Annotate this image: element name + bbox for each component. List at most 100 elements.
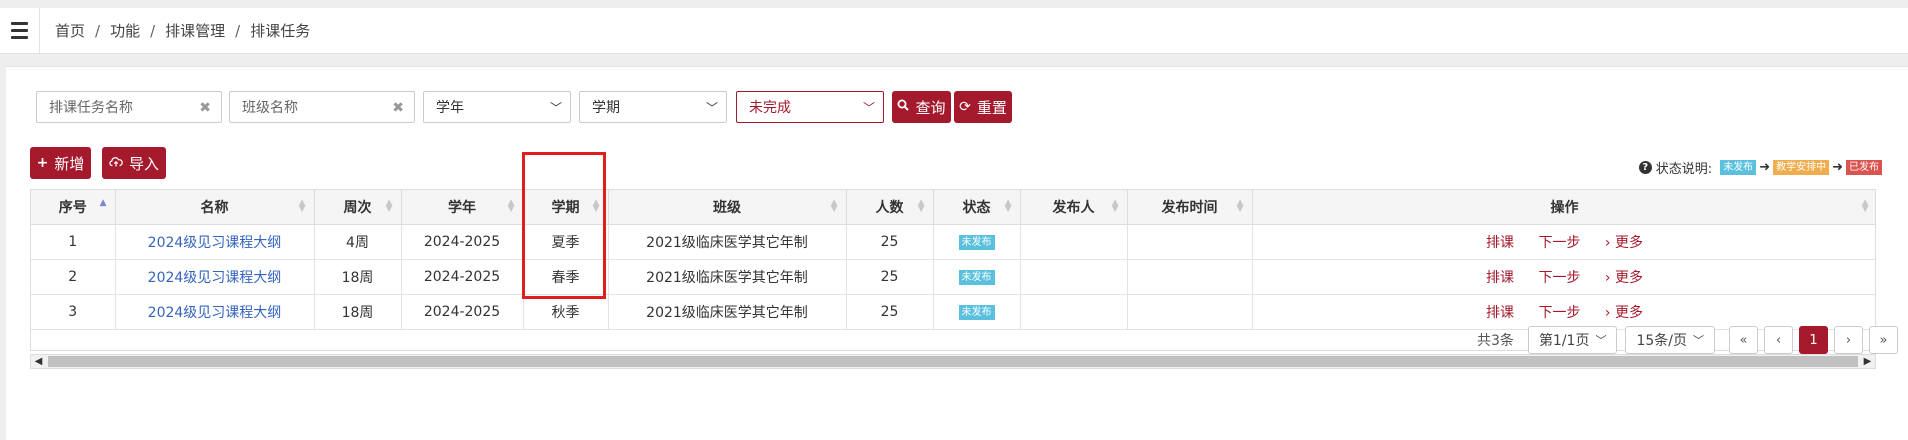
chevron-down-icon: ﹀ bbox=[1595, 334, 1607, 347]
cell-term: 夏季 bbox=[523, 224, 609, 260]
question-icon: ? bbox=[1638, 161, 1652, 174]
status-value: 未完成 bbox=[749, 100, 791, 116]
import-button-label: 导入 bbox=[128, 154, 159, 173]
current-page-button[interactable]: 1 bbox=[1799, 326, 1828, 354]
legend-published-badge: 已发布 bbox=[1846, 160, 1882, 175]
cell-publish-time bbox=[1127, 224, 1253, 260]
horizontal-scrollbar[interactable]: ◀ ▶ bbox=[30, 354, 1876, 369]
scroll-left-icon[interactable]: ◀ bbox=[31, 356, 46, 367]
cell-weeks: 4周 bbox=[314, 224, 402, 260]
chevron-down-icon: ﹀ bbox=[862, 101, 875, 115]
task-name-link[interactable]: 2024级见习课程大纲 bbox=[148, 235, 282, 251]
cell-year: 2024-2025 bbox=[401, 259, 524, 295]
next-step-link[interactable]: 下一步 bbox=[1538, 270, 1580, 286]
schedule-link[interactable]: 排课 bbox=[1486, 305, 1514, 321]
sort-icon: ▲ ▼ bbox=[298, 198, 306, 214]
search-button[interactable]: 查询 bbox=[892, 91, 951, 123]
term-value: 学期 bbox=[592, 100, 620, 116]
search-button-label: 查询 bbox=[915, 98, 946, 117]
cell-publisher bbox=[1020, 259, 1128, 295]
school-year-value: 学年 bbox=[436, 100, 464, 116]
import-button[interactable]: 导入 bbox=[102, 147, 166, 179]
breadcrumb-function[interactable]: 功能 bbox=[110, 20, 140, 41]
breadcrumb-separator: / bbox=[150, 21, 156, 40]
column-header-weeks[interactable]: 周次 ▲ ▼ bbox=[314, 190, 402, 225]
column-header-status[interactable]: 状态 ▲ ▼ bbox=[933, 190, 1021, 225]
menu-toggle-icon[interactable] bbox=[0, 7, 40, 54]
first-page-button[interactable]: « bbox=[1729, 326, 1758, 354]
arrow-right-icon: ➜ bbox=[1759, 160, 1771, 175]
column-header-no[interactable]: 序号 ▲ bbox=[31, 190, 116, 225]
sort-icon: ▲ ▼ bbox=[507, 198, 515, 214]
clear-icon[interactable]: ✖ bbox=[392, 100, 404, 116]
cell-no: 2 bbox=[31, 259, 116, 295]
schedule-link[interactable]: 排课 bbox=[1486, 270, 1514, 286]
table-row: 1 2024级见习课程大纲 4周 2024-2025 夏季 2021级临床医学其… bbox=[31, 224, 1875, 260]
last-page-button[interactable]: » bbox=[1869, 326, 1898, 354]
status-select[interactable]: 未完成 ﹀ bbox=[736, 91, 884, 123]
sort-icon: ▲ ▼ bbox=[1236, 198, 1244, 214]
page-select[interactable]: 第1/1页 ﹀ bbox=[1527, 326, 1618, 354]
cell-publish-time bbox=[1127, 294, 1253, 330]
next-page-button[interactable]: › bbox=[1834, 326, 1863, 354]
column-header-year[interactable]: 学年 ▲ ▼ bbox=[401, 190, 524, 225]
chevron-down-icon: ﹀ bbox=[549, 101, 562, 115]
page-size-select[interactable]: 15条/页 ﹀ bbox=[1625, 326, 1715, 354]
pagination: 共3条 第1/1页 ﹀ 15条/页 ﹀ « ‹ 1 › » bbox=[1477, 326, 1898, 354]
next-step-link[interactable]: 下一步 bbox=[1538, 305, 1580, 321]
sort-icon: ▲ bbox=[99, 198, 107, 208]
cell-publish-time bbox=[1127, 259, 1253, 295]
cell-count: 25 bbox=[846, 224, 934, 260]
cell-weeks: 18周 bbox=[314, 259, 402, 295]
cell-publisher bbox=[1020, 224, 1128, 260]
add-button-label: 新增 bbox=[54, 154, 85, 173]
more-link[interactable]: › 更多 bbox=[1605, 305, 1643, 321]
more-link[interactable]: › 更多 bbox=[1605, 235, 1643, 251]
main-panel: 排课任务名称 ✖ 班级名称 ✖ 学年 ﹀ 学期 ﹀ 未完成 ﹀ 查询 ⟳ 重置 bbox=[6, 66, 1908, 440]
prev-page-button[interactable]: ‹ bbox=[1764, 326, 1793, 354]
cell-year: 2024-2025 bbox=[401, 224, 524, 260]
add-button[interactable]: + 新增 bbox=[30, 147, 91, 179]
legend-title: 状态说明: bbox=[1655, 162, 1713, 177]
toolbar: + 新增 导入 bbox=[30, 147, 166, 179]
legend-unpublished-badge: 未发布 bbox=[1720, 160, 1757, 175]
sort-icon: ▲ ▼ bbox=[385, 198, 393, 214]
class-name-placeholder: 班级名称 bbox=[242, 100, 298, 116]
task-name-link[interactable]: 2024级见习课程大纲 bbox=[148, 305, 282, 321]
search-icon bbox=[897, 99, 910, 115]
task-name-link[interactable]: 2024级见习课程大纲 bbox=[148, 270, 282, 286]
breadcrumb-scheduling[interactable]: 排课管理 bbox=[165, 20, 225, 41]
cell-class: 2021级临床医学其它年制 bbox=[608, 259, 847, 295]
breadcrumb-home[interactable]: 首页 bbox=[55, 20, 85, 41]
cell-count: 25 bbox=[846, 259, 934, 295]
clear-icon[interactable]: ✖ bbox=[199, 100, 211, 116]
breadcrumb-separator: / bbox=[235, 21, 241, 40]
column-header-count[interactable]: 人数 ▲ ▼ bbox=[846, 190, 934, 225]
status-badge: 未发布 bbox=[958, 235, 995, 250]
status-legend: ? 状态说明: 未发布 ➜ 教学安排中 ➜ 已发布 bbox=[1638, 158, 1882, 177]
status-badge: 未发布 bbox=[958, 270, 995, 285]
column-header-publisher[interactable]: 发布人 ▲ ▼ bbox=[1020, 190, 1128, 225]
task-name-input[interactable]: 排课任务名称 ✖ bbox=[36, 91, 222, 123]
cell-publisher bbox=[1020, 294, 1128, 330]
refresh-icon: ⟳ bbox=[959, 99, 971, 115]
cell-count: 25 bbox=[846, 294, 934, 330]
next-step-link[interactable]: 下一步 bbox=[1538, 235, 1580, 251]
more-link[interactable]: › 更多 bbox=[1605, 270, 1643, 286]
class-name-input[interactable]: 班级名称 ✖ bbox=[229, 91, 415, 123]
cell-weeks: 18周 bbox=[314, 294, 402, 330]
column-header-publish-time[interactable]: 发布时间 ▲ ▼ bbox=[1127, 190, 1253, 225]
schedule-link[interactable]: 排课 bbox=[1486, 235, 1514, 251]
cell-no: 1 bbox=[31, 224, 116, 260]
column-header-term[interactable]: 学期 ▲ ▼ bbox=[523, 190, 609, 225]
school-year-select[interactable]: 学年 ﹀ bbox=[423, 91, 571, 123]
scrollbar-thumb[interactable] bbox=[48, 356, 1858, 367]
total-count: 共3条 bbox=[1477, 333, 1514, 349]
column-header-class[interactable]: 班级 ▲ ▼ bbox=[608, 190, 847, 225]
term-select[interactable]: 学期 ﹀ bbox=[579, 91, 727, 123]
reset-button[interactable]: ⟳ 重置 bbox=[954, 91, 1012, 123]
scroll-right-icon[interactable]: ▶ bbox=[1860, 356, 1875, 367]
legend-arranging-badge: 教学安排中 bbox=[1773, 160, 1830, 175]
cell-class: 2021级临床医学其它年制 bbox=[608, 294, 847, 330]
column-header-name[interactable]: 名称 ▲ ▼ bbox=[115, 190, 315, 225]
